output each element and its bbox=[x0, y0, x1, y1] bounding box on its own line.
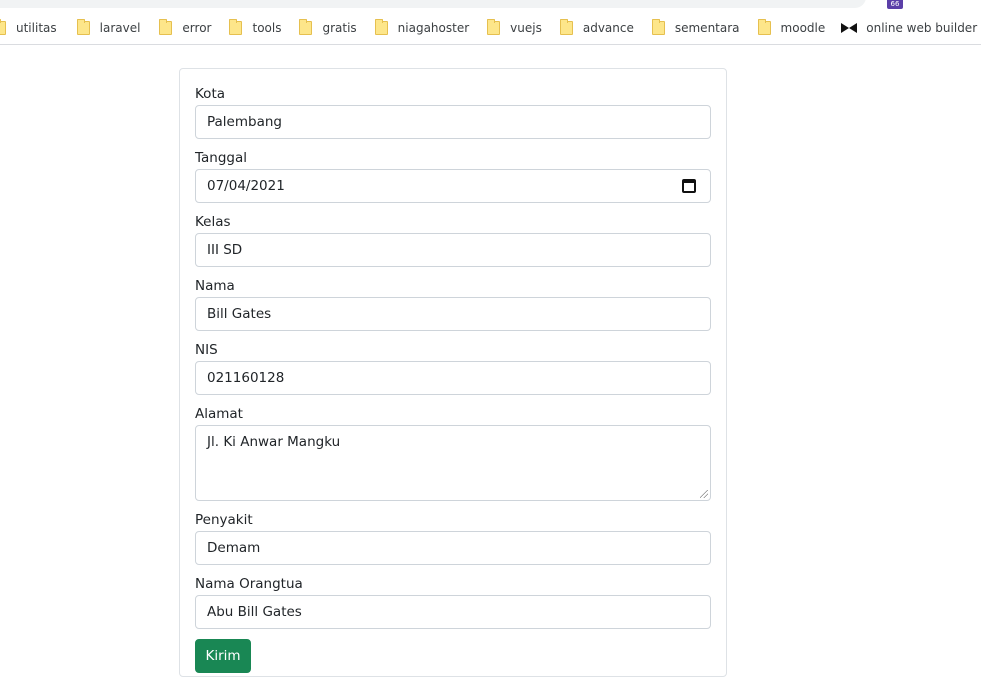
submit-button[interactable]: Kirim bbox=[195, 639, 251, 673]
bookmark-label: vuejs bbox=[510, 21, 542, 35]
folder-icon bbox=[374, 19, 388, 35]
field-kota: Kota Palembang bbox=[195, 85, 711, 139]
field-nis: NIS 021160128 bbox=[195, 341, 711, 395]
bookmark-sementara[interactable]: sementara bbox=[651, 14, 748, 42]
kota-label: Kota bbox=[195, 86, 226, 102]
bookmark-label: advance bbox=[582, 21, 634, 35]
bookmark-tools[interactable]: tools bbox=[229, 14, 289, 42]
bookmark-label: laravel bbox=[99, 21, 141, 35]
nama-orangtua-input[interactable]: Abu Bill Gates bbox=[195, 595, 711, 629]
browser-top-strip: 66 bbox=[0, 0, 981, 10]
nis-input[interactable]: 021160128 bbox=[195, 361, 711, 395]
nama-input[interactable]: Bill Gates bbox=[195, 297, 711, 331]
bookmark-label: online web builder bbox=[866, 21, 978, 35]
field-tanggal: Tanggal 07/04/2021 bbox=[195, 149, 711, 203]
bookmark-laravel[interactable]: laravel bbox=[76, 14, 149, 42]
kota-input[interactable]: Palembang bbox=[195, 105, 711, 139]
folder-icon bbox=[159, 19, 173, 35]
alamat-textarea[interactable]: Jl. Ki Anwar Mangku bbox=[195, 425, 711, 501]
bookmark-label: utilitas bbox=[16, 21, 57, 35]
bookmark-gratis[interactable]: gratis bbox=[299, 14, 364, 42]
resize-handle-icon[interactable] bbox=[700, 490, 708, 498]
folder-icon bbox=[559, 19, 573, 35]
bookmark-label: gratis bbox=[322, 21, 357, 35]
bookmark-niagahoster[interactable]: niagahoster bbox=[374, 14, 477, 42]
field-nama-orangtua: Nama Orangtua Abu Bill Gates bbox=[195, 575, 711, 629]
bookmark-utilitas[interactable]: utilitas bbox=[0, 14, 65, 42]
bookmark-advance[interactable]: advance bbox=[559, 14, 642, 42]
folder-icon bbox=[757, 19, 771, 35]
folder-icon bbox=[299, 19, 313, 35]
bookmark-moodle[interactable]: moodle bbox=[757, 14, 834, 42]
folder-icon bbox=[0, 19, 6, 35]
bookmarks-bar: utilitas laravel error tools gratis niag… bbox=[0, 12, 981, 45]
tanggal-value: 07/04/2021 bbox=[207, 178, 285, 194]
bookmark-online-web-builder[interactable]: online web builder bbox=[841, 14, 981, 42]
address-bar[interactable] bbox=[0, 0, 866, 8]
calendar-icon[interactable] bbox=[682, 179, 696, 193]
field-penyakit: Penyakit Demam bbox=[195, 511, 711, 565]
folder-icon bbox=[76, 19, 90, 35]
kelas-label: Kelas bbox=[195, 214, 231, 230]
field-kelas: Kelas III SD bbox=[195, 213, 711, 267]
bookmark-label: error bbox=[182, 21, 212, 35]
nama-orangtua-label: Nama Orangtua bbox=[195, 576, 303, 592]
penyakit-label: Penyakit bbox=[195, 512, 253, 528]
alamat-value: Jl. Ki Anwar Mangku bbox=[207, 434, 341, 450]
field-alamat: Alamat Jl. Ki Anwar Mangku bbox=[195, 405, 711, 501]
folder-icon bbox=[651, 19, 665, 35]
bookmark-label: sementara bbox=[674, 21, 740, 35]
bookmark-label: moodle bbox=[780, 21, 826, 35]
tanggal-input[interactable]: 07/04/2021 bbox=[195, 169, 711, 203]
bowtie-icon bbox=[841, 23, 858, 33]
penyakit-input[interactable]: Demam bbox=[195, 531, 711, 565]
folder-icon bbox=[229, 19, 243, 35]
extension-badge[interactable]: 66 bbox=[887, 0, 903, 9]
bookmark-vuejs[interactable]: vuejs bbox=[487, 14, 550, 42]
form-card: Kota Palembang Tanggal 07/04/2021 Kelas … bbox=[179, 68, 727, 677]
alamat-label: Alamat bbox=[195, 406, 243, 422]
nis-label: NIS bbox=[195, 342, 218, 358]
tanggal-label: Tanggal bbox=[195, 150, 248, 166]
kelas-input[interactable]: III SD bbox=[195, 233, 711, 267]
nama-label: Nama bbox=[195, 278, 235, 294]
bookmark-label: tools bbox=[252, 21, 282, 35]
field-nama: Nama Bill Gates bbox=[195, 277, 711, 331]
bookmark-error[interactable]: error bbox=[159, 14, 219, 42]
bookmark-label: niagahoster bbox=[397, 21, 470, 35]
folder-icon bbox=[487, 19, 501, 35]
